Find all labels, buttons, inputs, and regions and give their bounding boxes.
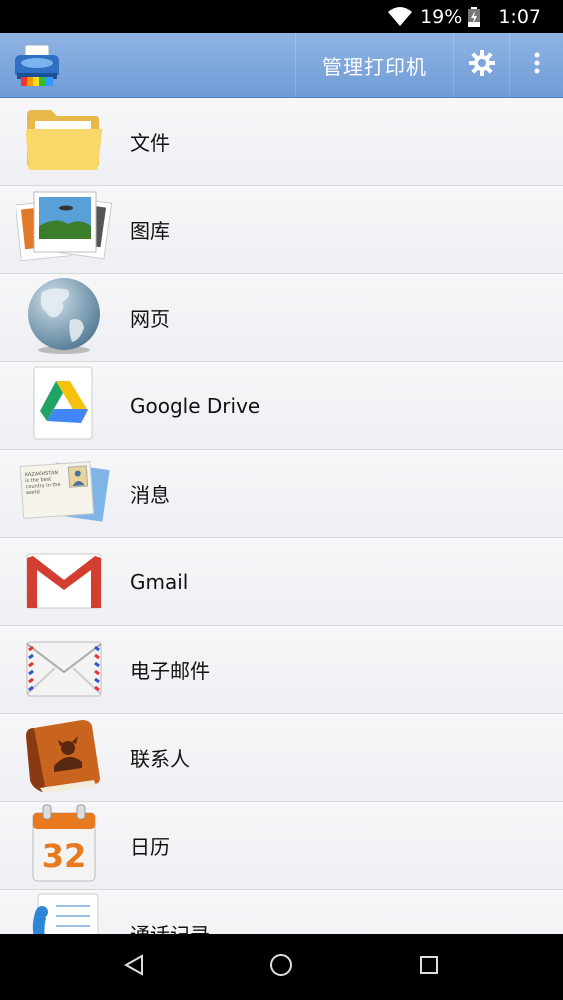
manage-printers-button[interactable]: 管理打印机 xyxy=(295,33,453,97)
gear-icon xyxy=(468,50,495,80)
folder-icon xyxy=(25,107,103,177)
globe-icon xyxy=(24,276,104,360)
list-item-label: 通话记录 xyxy=(130,919,210,934)
calendar-day-number: 32 xyxy=(42,837,87,875)
call-log-icon xyxy=(26,892,102,934)
contacts-book-icon xyxy=(24,716,104,800)
list-item-files[interactable]: 文件 xyxy=(0,98,563,186)
clock: 1:07 xyxy=(498,5,541,28)
list-item-label: 日历 xyxy=(130,835,170,859)
list-item-label: 文件 xyxy=(130,131,170,155)
messages-icon: KAZAKHSTAN is the best country in the wo… xyxy=(18,456,110,532)
list-item-gallery[interactable]: 图库 xyxy=(0,186,563,274)
list-item-web[interactable]: 网页 xyxy=(0,274,563,362)
calendar-icon: 32 xyxy=(27,803,101,889)
source-list: 文件 图库 网页 Google Drive KAZAKHSTAN is the … xyxy=(0,98,563,934)
recents-button[interactable] xyxy=(399,937,459,997)
navigation-bar xyxy=(0,934,563,1000)
printer-logo-icon[interactable] xyxy=(0,33,74,97)
settings-button[interactable] xyxy=(453,33,509,97)
status-bar: 19% 1:07 xyxy=(0,0,563,33)
list-item-label: 图库 xyxy=(130,219,170,243)
list-item-email[interactable]: 电子邮件 xyxy=(0,626,563,714)
overflow-menu-icon xyxy=(534,52,540,78)
list-item-call-log[interactable]: 通话记录 xyxy=(0,890,563,934)
battery-charging-icon xyxy=(468,6,481,27)
back-button[interactable] xyxy=(104,937,164,997)
google-drive-icon xyxy=(32,365,96,447)
list-item-label: 消息 xyxy=(130,483,170,507)
list-item-gmail[interactable]: Gmail xyxy=(0,538,563,626)
recents-icon xyxy=(419,955,439,979)
list-item-label: 网页 xyxy=(130,307,170,331)
list-item-contacts[interactable]: 联系人 xyxy=(0,714,563,802)
overflow-menu-button[interactable] xyxy=(509,33,563,97)
wifi-icon xyxy=(388,6,413,27)
back-icon xyxy=(123,954,144,980)
home-icon xyxy=(269,953,293,981)
svg-text:world: world xyxy=(26,489,40,496)
list-item-label: Google Drive xyxy=(130,393,261,418)
gmail-icon xyxy=(25,550,103,614)
list-item-label: 联系人 xyxy=(130,747,190,771)
battery-percent: 19% xyxy=(420,5,463,28)
list-item-label: 电子邮件 xyxy=(130,659,210,683)
app-bar: 管理打印机 xyxy=(0,33,563,98)
list-item-calendar[interactable]: 32 日历 xyxy=(0,802,563,890)
list-item-label: Gmail xyxy=(130,569,189,594)
gallery-icon xyxy=(14,188,113,272)
email-envelope-icon xyxy=(25,638,103,702)
list-item-messages[interactable]: KAZAKHSTAN is the best country in the wo… xyxy=(0,450,563,538)
home-button[interactable] xyxy=(251,937,311,997)
list-item-google-drive[interactable]: Google Drive xyxy=(0,362,563,450)
